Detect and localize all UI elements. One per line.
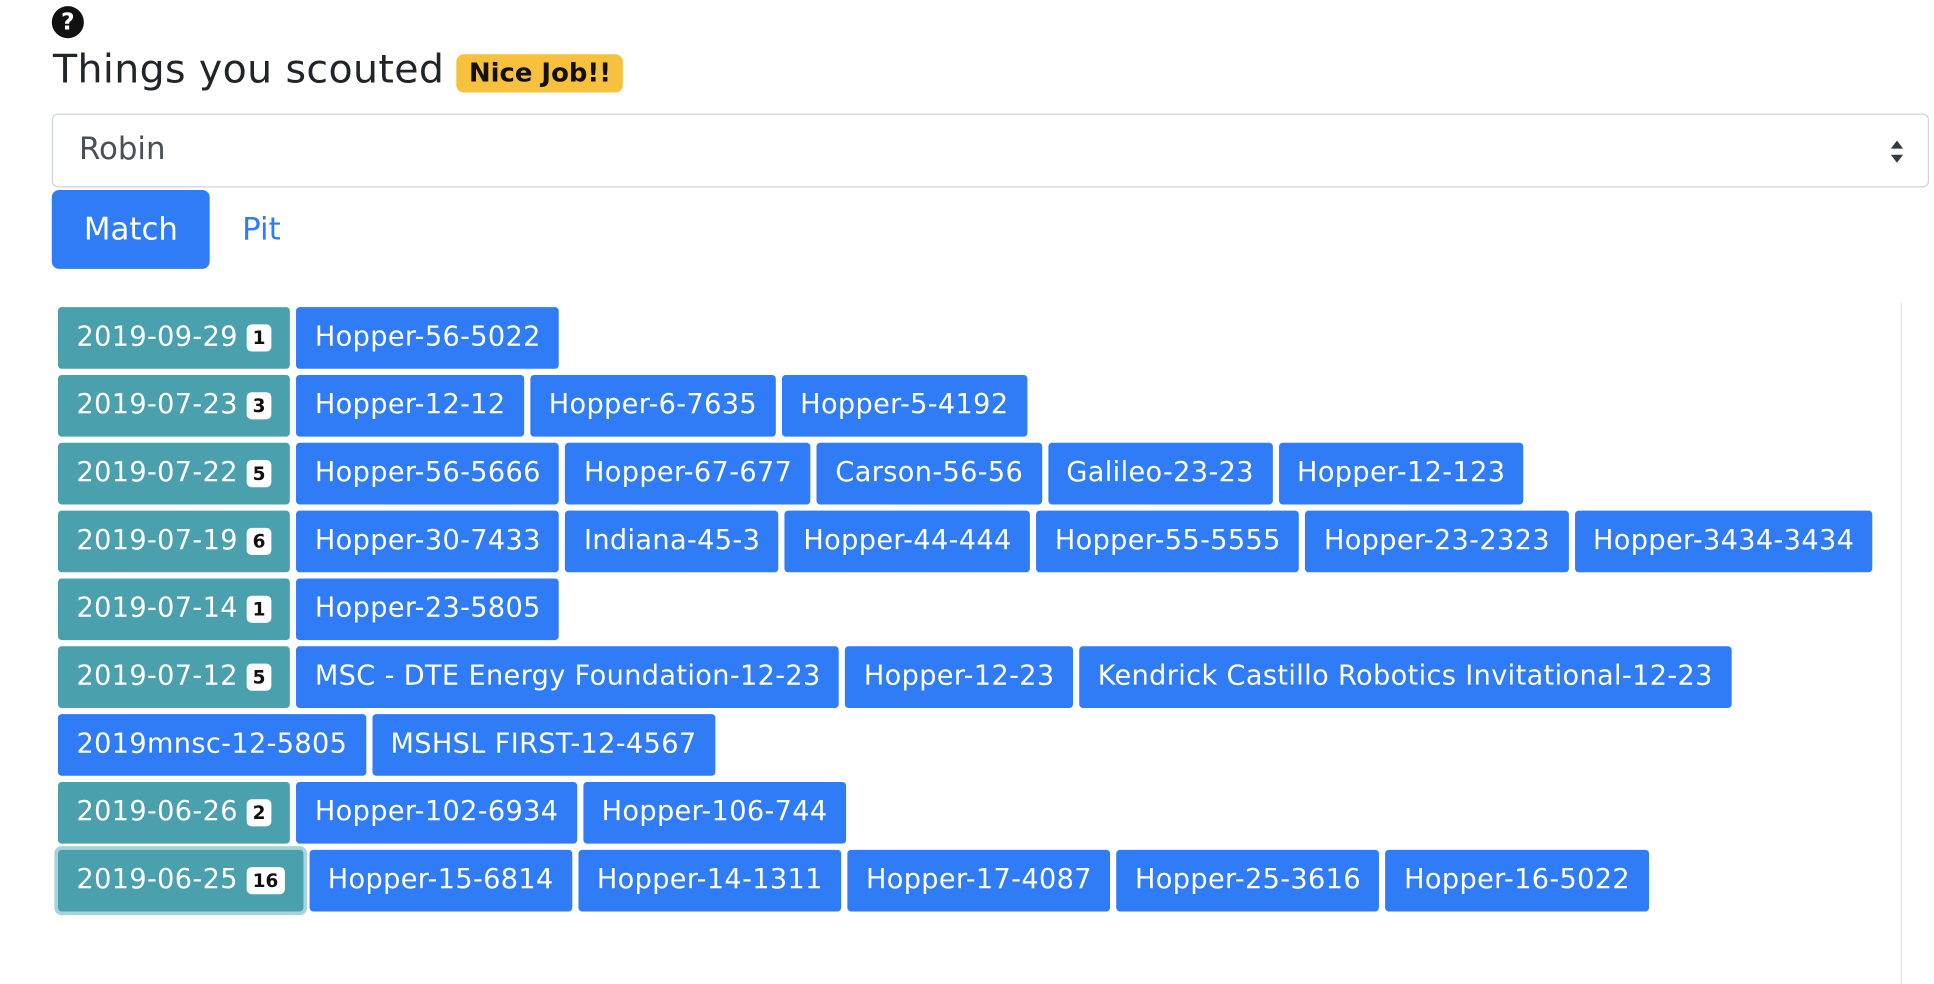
page-heading: Things you scouted Nice Job!! — [53, 44, 624, 93]
match-button[interactable]: Hopper-17-4087 — [847, 849, 1111, 912]
match-rows: 2019-09-29 1 Hopper-56-5022 2019-07-23 3 Hopp… — [54, 302, 1901, 912]
date-group-button[interactable]: 2019-07-23 3 — [57, 374, 291, 437]
match-button[interactable]: Hopper-102-6934 — [296, 781, 577, 844]
match-row: 2019-06-25 16 Hopper-15-6814 Hopper-14-1311… — [57, 849, 1901, 912]
match-count-badge: 16 — [246, 867, 285, 895]
match-button[interactable]: Indiana-45-3 — [565, 510, 779, 573]
match-button[interactable]: Hopper-56-5666 — [296, 442, 560, 505]
scroll-rail — [1900, 302, 1902, 984]
match-count-badge: 1 — [246, 324, 272, 352]
match-button[interactable]: Hopper-25-3616 — [1116, 849, 1380, 912]
match-button[interactable]: MSC - DTE Energy Foundation-12-23 — [296, 646, 840, 708]
match-count-badge: 2 — [246, 799, 272, 827]
match-button[interactable]: Hopper-16-5022 — [1385, 849, 1649, 912]
scouting-page: ? Things you scouted Nice Job!! Robin Ma… — [0, 0, 1934, 984]
match-button[interactable]: Hopper-6-7635 — [530, 374, 776, 437]
match-count-badge: 3 — [246, 392, 272, 420]
date-label: 2019-07-23 — [76, 389, 238, 421]
match-row: 2019-07-19 6 Hopper-30-7433 Indiana-45-3 Hop… — [57, 510, 1901, 573]
match-row: 2019-07-22 5 Hopper-56-5666 Hopper-67-677 Ca… — [57, 442, 1901, 505]
match-button[interactable]: Hopper-56-5022 — [296, 307, 560, 369]
match-row: 2019-06-26 2 Hopper-102-6934 Hopper-106-744 — [57, 781, 1901, 844]
date-label: 2019-06-26 — [76, 796, 238, 828]
tab-pit[interactable]: Pit — [210, 190, 313, 269]
match-row: 2019mnsc-12-5805 MSHSL FIRST-12-4567 — [57, 714, 1901, 776]
match-button[interactable]: Galileo-23-23 — [1047, 442, 1273, 505]
match-row: 2019-07-14 1 Hopper-23-5805 — [57, 578, 1901, 641]
match-button[interactable]: Hopper-12-12 — [296, 374, 525, 437]
date-group-button[interactable]: 2019-07-12 5 — [57, 646, 291, 708]
match-button[interactable]: Hopper-12-123 — [1278, 442, 1524, 505]
match-button[interactable]: Hopper-5-4192 — [781, 374, 1027, 437]
match-button[interactable]: Hopper-23-2323 — [1305, 510, 1569, 573]
date-label: 2019-07-14 — [76, 593, 238, 625]
date-label: 2019-07-12 — [76, 661, 238, 692]
match-button[interactable]: MSHSL FIRST-12-4567 — [371, 714, 715, 776]
match-button[interactable]: Hopper-14-1311 — [578, 849, 842, 912]
match-button[interactable]: Hopper-30-7433 — [296, 510, 560, 573]
tab-match[interactable]: Match — [51, 189, 211, 269]
match-button[interactable]: Hopper-55-5555 — [1036, 510, 1300, 573]
scouted-matches-list[interactable]: 2019-09-29 1 Hopper-56-5022 2019-07-23 3 Hopp… — [54, 302, 1900, 984]
date-label: 2019-07-19 — [76, 525, 238, 557]
match-button[interactable]: Hopper-67-677 — [565, 442, 811, 505]
page-title: Things you scouted — [53, 45, 445, 92]
match-row: 2019-07-23 3 Hopper-12-12 Hopper-6-7635 Hopp… — [57, 374, 1901, 437]
match-row: 2019-09-29 1 Hopper-56-5022 — [57, 307, 1901, 369]
date-group-button[interactable]: 2019-07-19 6 — [57, 510, 291, 573]
date-group-button[interactable]: 2019-06-25 16 — [57, 849, 304, 912]
scout-select[interactable]: Robin — [51, 113, 1930, 188]
scout-type-tabs: Match Pit — [51, 189, 313, 269]
date-label: 2019-09-29 — [76, 321, 238, 353]
nice-job-badge: Nice Job!! — [456, 54, 624, 93]
date-group-button[interactable]: 2019-07-14 1 — [57, 578, 291, 641]
match-count-badge: 5 — [246, 663, 272, 691]
match-count-badge: 1 — [246, 595, 272, 623]
match-button[interactable]: Carson-56-56 — [816, 442, 1042, 505]
match-button[interactable]: Hopper-44-444 — [784, 510, 1031, 573]
match-button[interactable]: Kendrick Castillo Robotics Invitational-… — [1079, 646, 1732, 708]
question-circle-icon[interactable]: ? — [51, 6, 84, 39]
match-button[interactable]: Hopper-106-744 — [583, 781, 847, 844]
match-button[interactable]: Hopper-12-23 — [845, 646, 1074, 708]
date-label: 2019-07-22 — [76, 457, 238, 489]
date-group-button[interactable]: 2019-09-29 1 — [57, 307, 291, 369]
scout-select-value: Robin — [78, 130, 166, 167]
date-group-button[interactable]: 2019-06-26 2 — [57, 781, 291, 844]
match-count-badge: 6 — [246, 527, 272, 556]
match-button[interactable]: Hopper-15-6814 — [309, 849, 573, 912]
date-label: 2019-06-25 — [76, 864, 238, 896]
match-button[interactable]: 2019mnsc-12-5805 — [57, 714, 366, 776]
match-button[interactable]: Hopper-3434-3434 — [1574, 510, 1873, 573]
match-count-badge: 5 — [246, 460, 272, 488]
match-button[interactable]: Hopper-23-5805 — [296, 578, 560, 641]
match-row: 2019-07-12 5 MSC - DTE Energy Foundation-1… — [57, 646, 1901, 708]
select-arrows-icon — [1890, 140, 1904, 163]
date-group-button[interactable]: 2019-07-22 5 — [57, 442, 291, 505]
